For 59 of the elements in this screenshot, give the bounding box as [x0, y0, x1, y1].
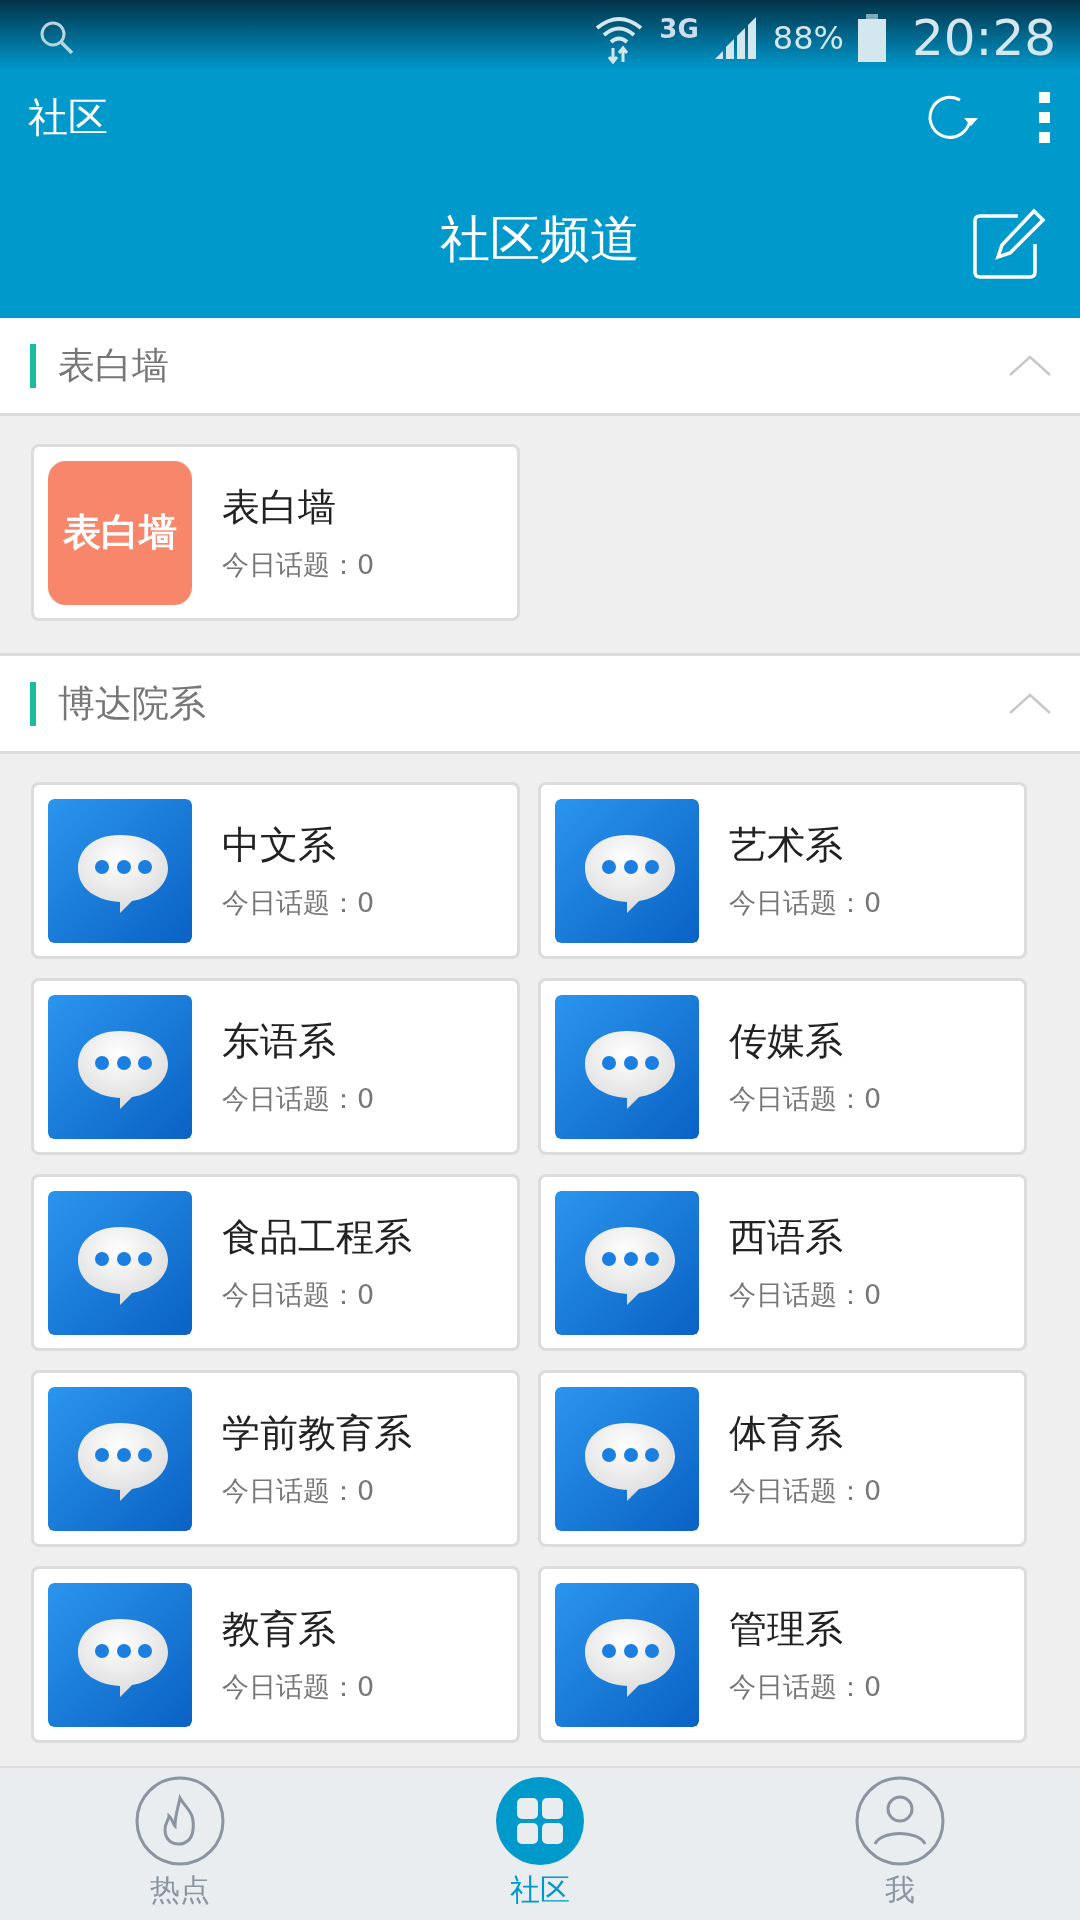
channel-card[interactable]: 表白墙 表白墙 今日话题：0: [31, 444, 520, 621]
chat-bubble-icon: [555, 798, 699, 943]
chat-bubble-icon: [555, 1190, 699, 1335]
channel-name: 传媒系: [729, 1018, 844, 1065]
channel-name: 学前教育系: [222, 1410, 412, 1457]
channel-name: 食品工程系: [222, 1214, 412, 1261]
channel-name: 体育系: [729, 1410, 844, 1457]
chat-bubble-icon: [48, 798, 192, 943]
channel-name: 西语系: [729, 1214, 844, 1261]
topic-count: 今日话题：0: [222, 548, 375, 582]
chat-bubble-icon: [48, 1582, 192, 1727]
section-header[interactable]: 博达院系: [0, 653, 1080, 754]
network-type: 3G: [659, 14, 699, 44]
chat-bubble-icon: [48, 994, 192, 1139]
channel-card[interactable]: 艺术系 今日话题：0: [538, 782, 1027, 959]
channel-card[interactable]: 西语系 今日话题：0: [538, 1174, 1027, 1351]
channel-card[interactable]: 中文系 今日话题：0: [31, 782, 520, 959]
topic-count: 今日话题：0: [222, 1082, 375, 1116]
channel-card[interactable]: 体育系 今日话题：0: [538, 1370, 1027, 1547]
channel-card[interactable]: 传媒系 今日话题：0: [538, 978, 1027, 1155]
topic-count: 今日话题：0: [222, 1474, 376, 1508]
app-title: 社区: [28, 93, 109, 142]
topic-count: 今日话题：0: [729, 1082, 882, 1116]
chat-bubble-icon: [48, 1190, 192, 1335]
section-title: 博达院系: [58, 680, 207, 727]
chat-bubble-icon: [48, 1386, 192, 1531]
topic-count: 今日话题：0: [222, 1278, 376, 1312]
channel-name: 东语系: [222, 1018, 337, 1065]
topic-count: 今日话题：0: [729, 1670, 882, 1704]
channel-name: 表白墙: [222, 484, 337, 531]
topic-count: 今日话题：0: [222, 1670, 375, 1704]
battery-icon: [857, 13, 886, 62]
topic-count: 今日话题：0: [729, 1278, 882, 1312]
channel-name: 艺术系: [729, 822, 844, 869]
clock: 20:28: [911, 8, 1056, 67]
channel-logo: 表白墙: [48, 460, 192, 605]
flame-icon: [135, 1776, 225, 1866]
person-icon: [855, 1776, 945, 1866]
channel-name: 中文系: [222, 822, 337, 869]
topic-count: 今日话题：0: [222, 886, 375, 920]
edit-icon[interactable]: [972, 208, 1046, 280]
channel-card[interactable]: 东语系 今日话题：0: [31, 978, 520, 1155]
more-icon[interactable]: [1038, 91, 1052, 144]
channel-name: 教育系: [222, 1606, 337, 1653]
topic-count: 今日话题：0: [729, 1474, 882, 1508]
channel-card[interactable]: 管理系 今日话题：0: [538, 1566, 1027, 1743]
battery-percent: 88%: [772, 18, 844, 57]
chat-bubble-icon: [555, 1386, 699, 1531]
page-title: 社区频道: [440, 208, 640, 270]
chat-bubble-icon: [555, 1582, 699, 1727]
channel-name: 管理系: [729, 1606, 844, 1653]
channel-card[interactable]: 学前教育系 今日话题：0: [31, 1370, 520, 1547]
topic-count: 今日话题：0: [729, 886, 882, 920]
channel-card[interactable]: 教育系 今日话题：0: [31, 1566, 520, 1743]
grid-icon: [495, 1776, 585, 1866]
section-header[interactable]: 表白墙: [0, 318, 1080, 416]
chat-bubble-icon: [555, 994, 699, 1139]
section-title: 表白墙: [58, 342, 170, 389]
channel-card[interactable]: 食品工程系 今日话题：0: [31, 1174, 520, 1351]
